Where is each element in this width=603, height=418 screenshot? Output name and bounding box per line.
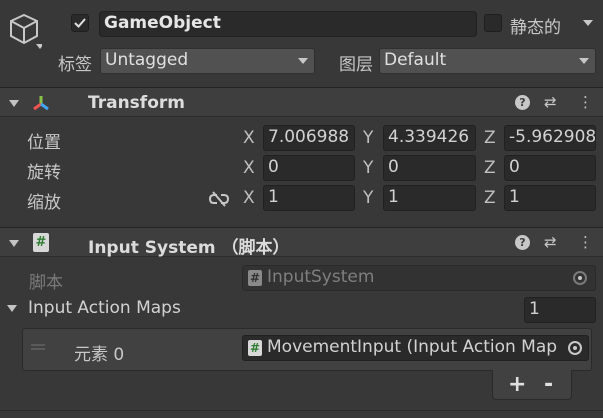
axis-x-label[interactable]: X <box>243 188 255 208</box>
axis-y-label[interactable]: Y <box>363 188 373 208</box>
constrain-proportions-link-icon[interactable] <box>208 190 230 208</box>
position-label: 位置 <box>27 133 61 153</box>
transform-header[interactable]: Transform ? ⇄ ⋮ <box>0 87 603 117</box>
add-element-button[interactable]: + <box>508 372 526 397</box>
layer-value: Default <box>384 50 447 70</box>
drag-handle-icon[interactable] <box>31 344 45 350</box>
axis-x-label[interactable]: X <box>243 128 255 148</box>
axis-y-label[interactable]: Y <box>363 158 373 178</box>
list-container: 元素 0 # MovementInput (Input Action Map <box>22 328 592 371</box>
bottom-divider <box>0 410 603 411</box>
more-options-icon[interactable]: ⋮ <box>578 233 593 251</box>
input-system-title: Input System （脚本） <box>88 238 290 258</box>
script-value: InputSystem <box>267 267 375 287</box>
scale-x-field[interactable]: 1 <box>263 185 355 211</box>
more-options-icon[interactable]: ⋮ <box>578 93 593 111</box>
script-icon: # <box>33 233 49 252</box>
position-y-field[interactable]: 4.339426 <box>383 125 476 151</box>
help-icon[interactable]: ? <box>515 235 530 250</box>
script-icon: # <box>248 270 262 286</box>
axis-z-label[interactable]: Z <box>484 128 496 148</box>
tag-value: Untagged <box>105 50 189 70</box>
foldout-arrow-icon[interactable] <box>9 240 19 247</box>
element-0-label: 元素 0 <box>74 345 125 365</box>
position-z-field[interactable]: -5.962908 <box>504 125 596 151</box>
list-footer: + - <box>492 370 572 400</box>
rotation-y-field[interactable]: 0 <box>383 155 476 181</box>
transform-title: Transform <box>88 93 185 113</box>
script-object-field: # InputSystem <box>242 265 596 291</box>
scale-label: 缩放 <box>27 193 61 213</box>
presets-icon[interactable]: ⇄ <box>544 93 557 111</box>
static-label: 静态的 <box>510 18 561 38</box>
axis-z-label[interactable]: Z <box>484 158 496 178</box>
element-0-value: MovementInput (Input Action Map <box>267 337 558 357</box>
scale-y-field[interactable]: 1 <box>383 185 476 211</box>
script-icon: # <box>248 340 262 356</box>
input-system-header[interactable]: # Input System （脚本） ? ⇄ ⋮ <box>0 227 603 258</box>
element-0-object-field[interactable]: # MovementInput (Input Action Map <box>242 335 589 361</box>
foldout-arrow-icon[interactable] <box>7 305 17 312</box>
static-dropdown-chevron-icon[interactable] <box>583 20 593 26</box>
script-label: 脚本 <box>29 273 63 293</box>
object-picker-icon[interactable] <box>568 341 582 355</box>
foldout-arrow-icon[interactable] <box>9 100 19 107</box>
tag-label: 标签 <box>58 55 92 75</box>
gameobject-name-field[interactable]: GameObject <box>99 11 477 37</box>
list-size-field[interactable]: 1 <box>524 297 596 323</box>
axis-y-label[interactable]: Y <box>363 128 373 148</box>
axis-z-label[interactable]: Z <box>484 188 496 208</box>
static-checkbox[interactable] <box>484 14 502 32</box>
help-icon[interactable]: ? <box>515 95 530 110</box>
chevron-down-icon <box>579 58 589 64</box>
rotation-x-field[interactable]: 0 <box>263 155 355 181</box>
layer-label: 图层 <box>339 55 373 75</box>
axis-x-label[interactable]: X <box>243 158 255 178</box>
scale-z-field[interactable]: 1 <box>504 185 596 211</box>
rotation-z-field[interactable]: 0 <box>504 155 596 181</box>
object-picker-icon <box>573 271 587 285</box>
chevron-down-icon <box>298 58 308 64</box>
presets-icon[interactable]: ⇄ <box>544 233 557 251</box>
remove-element-button[interactable]: - <box>544 372 553 397</box>
transform-icon <box>30 93 52 113</box>
position-x-field[interactable]: 7.006988 <box>263 125 355 151</box>
input-action-maps-label[interactable]: Input Action Maps <box>28 298 181 318</box>
rotation-label: 旋转 <box>27 163 61 183</box>
layer-dropdown[interactable]: Default <box>379 48 596 74</box>
tag-dropdown[interactable]: Untagged <box>100 48 315 74</box>
gameobject-icon[interactable] <box>8 12 44 52</box>
active-checkbox[interactable] <box>71 14 89 32</box>
